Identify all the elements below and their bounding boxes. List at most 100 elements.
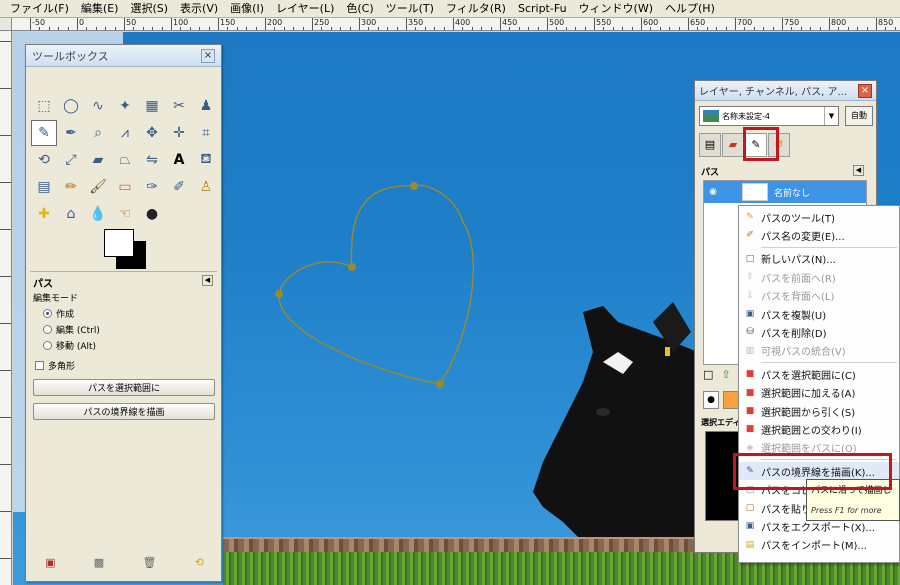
menu-item[interactable]: 編集(E) xyxy=(75,0,125,18)
crop-icon[interactable]: ⌗ xyxy=(193,120,219,146)
ellipse-select-icon[interactable]: ◯ xyxy=(58,93,84,119)
fuzzy-select-icon[interactable]: ✦ xyxy=(112,93,138,119)
scissors-icon[interactable]: ✂ xyxy=(166,93,192,119)
context-menu-item[interactable]: ■ 選択範囲に加える(A) xyxy=(739,384,899,402)
context-menu-item[interactable]: ▣ パスを複製(U) xyxy=(739,305,899,323)
context-menu-item[interactable]: □ 新しいパス(N)... xyxy=(739,250,899,268)
context-menu-item[interactable]: ✎ パスの境界線を描画(K)... xyxy=(739,462,899,481)
ink-icon[interactable]: ✐ xyxy=(166,174,192,200)
tab-channels[interactable]: ▰ xyxy=(722,133,744,157)
chevron-down-icon[interactable]: ▼ xyxy=(824,107,838,125)
ruler-tick xyxy=(218,18,219,30)
perspective-clone-icon[interactable]: ⌂ xyxy=(58,201,84,227)
scale-icon[interactable]: ⤢ xyxy=(58,147,84,173)
ruler-minor-tick xyxy=(669,27,671,30)
toolbox-close-button[interactable]: × xyxy=(201,48,215,63)
rotate-icon[interactable]: ⟲ xyxy=(31,147,57,173)
tab-undo[interactable]: ↺ xyxy=(768,133,790,157)
image-selector[interactable]: 名称未設定-4 ▼ xyxy=(699,106,839,126)
shear-icon[interactable]: ▰ xyxy=(85,147,111,173)
rect-select-icon[interactable]: ⬚ xyxy=(31,93,57,119)
menu-item[interactable]: 画像(I) xyxy=(224,0,270,18)
smudge-icon[interactable]: ☜ xyxy=(112,201,138,227)
flip-icon[interactable]: ⇋ xyxy=(139,147,165,173)
align-icon[interactable]: ✛ xyxy=(166,120,192,146)
blur-icon[interactable]: 💧 xyxy=(85,201,111,227)
toolbox-window[interactable]: ツールボックス × ⬚ ◯ ∿ ✦ ▦ ✂ ♟ ✎ ✒ ⌕ ⩘ ✥ ✛ ⌗ ⟲ … xyxy=(25,44,222,582)
paintbrush-icon[interactable]: 🖌 xyxy=(85,174,111,200)
tool-options-menu-icon[interactable]: ◀ xyxy=(202,275,213,286)
new-path-icon[interactable]: □ xyxy=(703,368,713,381)
foreground-select-icon[interactable]: ♟ xyxy=(193,93,219,119)
context-menu-item[interactable]: ■ パスを選択範囲に(C) xyxy=(739,365,899,383)
orange-swatch-icon[interactable] xyxy=(723,391,739,409)
blend-icon[interactable]: ▤ xyxy=(31,174,57,200)
polygon-checkbox[interactable]: 多角形 xyxy=(35,359,75,372)
context-menu-item[interactable]: ⇧ パスを前面へ(R) xyxy=(739,268,899,286)
pencil-icon[interactable]: ✏ xyxy=(58,174,84,200)
color-picker-icon[interactable]: ✒ xyxy=(58,120,84,146)
mode-design-radio[interactable]: 作成 xyxy=(43,307,74,320)
color-select-icon[interactable]: ▦ xyxy=(139,93,165,119)
context-menu-item[interactable]: ■ 選択範囲との交わり(I) xyxy=(739,420,899,438)
dot-icon[interactable]: ● xyxy=(703,391,719,409)
menu-item[interactable]: フィルタ(R) xyxy=(440,0,512,18)
raise-path-icon[interactable]: ⇧ xyxy=(721,368,730,381)
context-menu-item[interactable]: ▤ パスをインポート(M)... xyxy=(739,536,899,554)
menu-item[interactable]: 選択(S) xyxy=(124,0,174,18)
dock-close-button[interactable]: × xyxy=(858,83,872,98)
mode-edit-radio[interactable]: 編集 (Ctrl) xyxy=(43,323,100,336)
context-menu-item[interactable]: ■ 選択範囲から引く(S) xyxy=(739,402,899,420)
move-icon[interactable]: ✥ xyxy=(139,120,165,146)
reset-options-icon[interactable]: ⟲ xyxy=(195,556,204,569)
tab-layers[interactable]: ▤ xyxy=(699,133,721,157)
dodge-burn-icon[interactable]: ● xyxy=(139,201,165,227)
context-menu-item[interactable]: ◈ 選択範囲をパスに(O) xyxy=(739,439,899,457)
horizontal-ruler[interactable]: -50 0 50 100 150 200 250 300 350 400 450 500 550 600 6… xyxy=(12,18,900,31)
eraser-icon[interactable]: ▭ xyxy=(112,174,138,200)
context-menu-item[interactable]: ⛁ パスを削除(D) xyxy=(739,323,899,341)
vertical-ruler[interactable] xyxy=(0,31,12,585)
path-to-selection-button[interactable]: パスを選択範囲に xyxy=(33,379,215,396)
stroke-path-button[interactable]: パスの境界線を描画 xyxy=(33,403,215,420)
context-menu-item[interactable]: ✐ パス名の変更(E)... xyxy=(739,226,899,244)
paths-menu-icon[interactable]: ◀ xyxy=(853,165,864,176)
paths-buttons: □ ⇧ xyxy=(703,368,731,381)
path-tool-icon[interactable]: ✎ xyxy=(31,120,57,146)
menu-item[interactable]: レイヤー(L) xyxy=(270,0,340,18)
foreground-color[interactable] xyxy=(104,229,134,257)
menu-item[interactable]: ウィンドウ(W) xyxy=(573,0,659,18)
mode-move-radio[interactable]: 移動 (Alt) xyxy=(43,339,96,352)
restore-options-icon[interactable]: ▩ xyxy=(94,556,104,569)
context-menu-item[interactable]: ⇩ パスを背面へ(L) xyxy=(739,287,899,305)
heal-icon[interactable]: ✚ xyxy=(31,201,57,227)
menu-item[interactable]: Script-Fu xyxy=(512,0,573,18)
menu-item[interactable]: ファイル(F) xyxy=(4,0,75,18)
menu-item[interactable]: ツール(T) xyxy=(380,0,440,18)
ruler-minor-tick xyxy=(246,27,248,30)
context-menu-item[interactable]: ✎ パスのツール(T) xyxy=(739,208,899,226)
toolbox-titlebar[interactable]: ツールボックス × xyxy=(26,45,221,67)
perspective-icon[interactable]: ⏢ xyxy=(112,147,138,173)
zoom-icon[interactable]: ⌕ xyxy=(85,120,111,146)
auto-button[interactable]: 自動 xyxy=(845,106,873,126)
measure-icon[interactable]: ⩘ xyxy=(112,120,138,146)
context-menu-item[interactable]: ▥ 可視パスの統合(V) xyxy=(739,342,899,360)
menu-item[interactable]: 色(C) xyxy=(340,0,379,18)
bucket-fill-icon[interactable]: ⛾ xyxy=(193,147,219,173)
menu-item[interactable]: 表示(V) xyxy=(174,0,224,18)
delete-options-icon[interactable]: 🗑 xyxy=(142,556,156,569)
menu-item[interactable]: ヘルプ(H) xyxy=(659,0,721,18)
lasso-icon[interactable]: ∿ xyxy=(85,93,111,119)
eye-icon[interactable]: ◉ xyxy=(704,187,722,197)
airbrush-icon[interactable]: ✑ xyxy=(139,174,165,200)
path-row[interactable]: ◉ 名前なし xyxy=(704,181,866,203)
copy-icon: ▢ xyxy=(745,484,755,495)
text-icon[interactable]: A xyxy=(166,147,192,173)
dock-titlebar[interactable]: レイヤー, チャンネル, パス, ア... × xyxy=(695,81,876,101)
tab-paths[interactable]: ✎ xyxy=(745,133,767,157)
ruler-label: 250 xyxy=(314,18,330,27)
color-swatches[interactable] xyxy=(100,229,150,269)
save-options-icon[interactable]: ▣ xyxy=(45,556,55,569)
clone-icon[interactable]: ♙ xyxy=(193,174,219,200)
